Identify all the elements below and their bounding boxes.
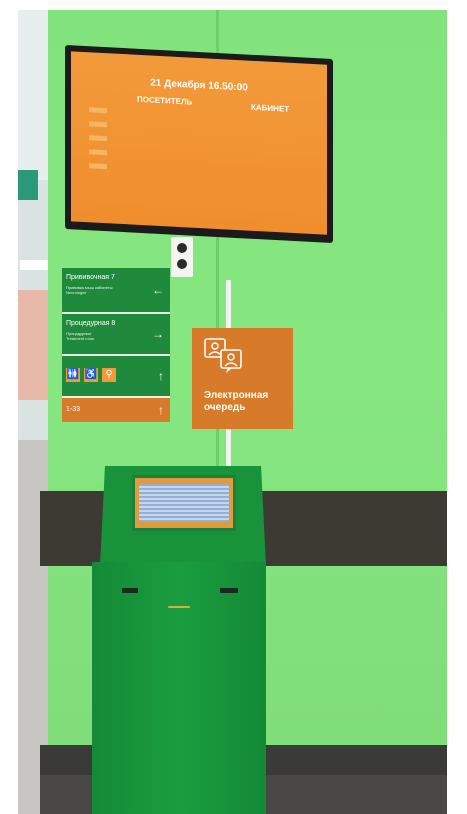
label-line-2: очередь [204,402,246,413]
tv-column-visitor: ПОСЕТИТЕЛЬ [137,94,193,107]
queue-people-icon [204,338,242,373]
sign-facilities: 🚻 ♿ ⚲ ↑ [62,356,170,398]
sign-rooms-range: 1-33 ↑ [62,398,170,422]
restroom-icon: 🚻 [66,368,80,382]
sign-title: 1-33 [66,406,81,413]
sign-procedure-room: Процедурная 8 Процедурные Treatment room… [62,314,170,356]
socket-hole [177,259,187,269]
tv-queue-rows [89,107,107,178]
tv-row [89,121,107,128]
sign-title: Прививочная 7 [66,274,115,281]
sign-title: Процедурная 8 [66,320,116,327]
corridor [18,10,48,814]
stroller-icon: ⚲ [102,368,116,382]
tv-row [89,149,107,156]
ticket-slot [220,588,238,593]
socket-hole [177,243,187,253]
corridor-wall [18,290,48,400]
wayfinding-signs: Прививочная 7 Прививка мыш кабинеты Neur… [62,268,170,422]
arrow-left-icon: ← [152,283,164,297]
kiosk-touchscreen[interactable] [132,475,236,531]
tv-row [89,107,107,114]
tv-column-room: КАБИНЕТ [251,102,290,114]
arrow-up-icon: ↑ [158,369,164,383]
ticket-indicator [168,606,190,608]
card-slot [122,588,138,593]
arrow-up-icon: ↑ [158,403,164,417]
corridor-green-strip [18,170,38,200]
label-line-1: Электронная [204,390,269,401]
kiosk-body [92,562,266,814]
wheelchair-icon: ♿ [84,368,98,382]
arrow-right-icon: → [152,327,164,341]
tv-row [89,135,107,142]
facility-icons: 🚻 ♿ ⚲ [66,368,116,382]
photo: 21 Декабря 16.50:00 ПОСЕТИТЕЛЬ КАБИНЕТ П… [18,10,447,814]
corridor-ceiling [18,10,48,180]
sign-subtitle: Процедурные Treatment room [66,331,95,341]
scene: 21 Декабря 16.50:00 ПОСЕТИТЕЛЬ КАБИНЕТ П… [0,0,467,814]
power-socket [171,237,193,277]
electronic-queue-sign: Электронная очередь [192,328,293,429]
tv-row [89,163,107,170]
queue-tv: 21 Декабря 16.50:00 ПОСЕТИТЕЛЬ КАБИНЕТ [65,45,333,244]
tv-screen: 21 Декабря 16.50:00 ПОСЕТИТЕЛЬ КАБИНЕТ [71,51,327,235]
tv-date-time: 21 Декабря 16.50:00 [150,77,248,94]
electronic-queue-label: Электронная очередь [204,390,289,414]
sign-subtitle: Прививка мыш кабинеты Neurologist [66,285,113,295]
kiosk-screen-content [139,484,229,522]
sign-vaccination-room: Прививочная 7 Прививка мыш кабинеты Neur… [62,268,170,314]
ceiling-lamp [20,260,48,270]
